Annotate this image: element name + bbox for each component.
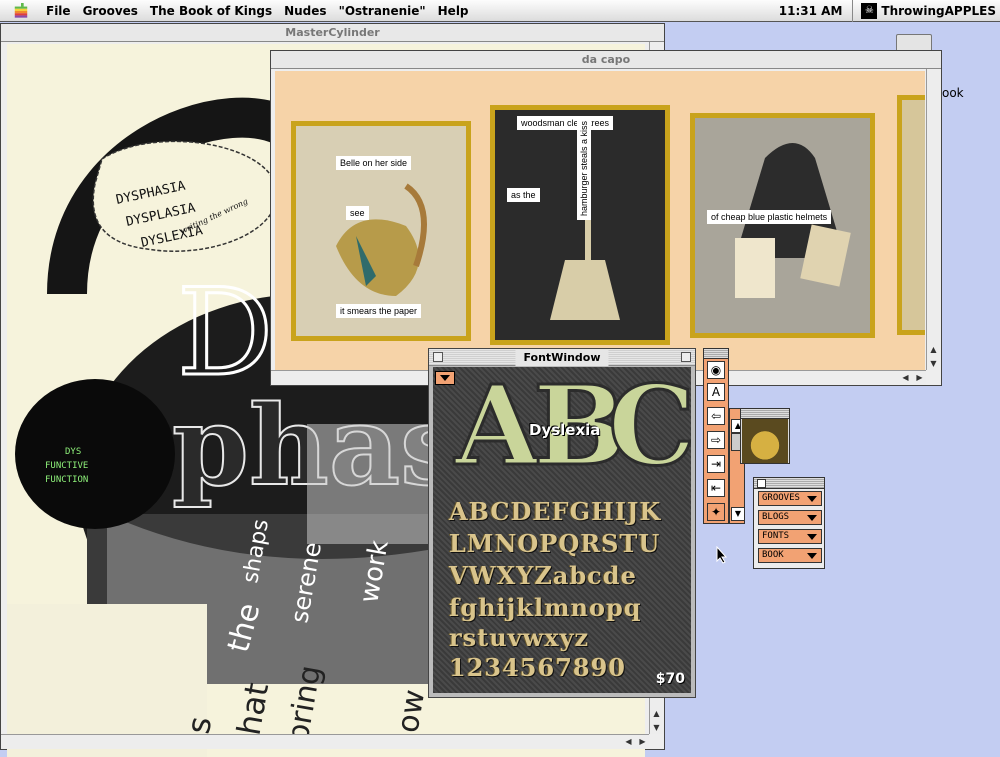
master-cylinder-titlebar[interactable]: MasterCylinder: [1, 24, 664, 42]
star-icon[interactable]: ✦: [707, 503, 725, 521]
menu-label: BLOGS: [762, 512, 790, 522]
close-box-icon[interactable]: [757, 479, 766, 488]
scroll-down-arrow-icon[interactable]: ▼: [650, 721, 663, 734]
glyph-row-4: fghijklmnopq: [449, 593, 642, 622]
chevron-down-icon: [807, 515, 817, 521]
circle-line-1: DYS: [65, 447, 81, 457]
menu-ostranenie[interactable]: "Ostranenie": [333, 4, 432, 18]
menu-label: FONTS: [762, 531, 790, 541]
caption: Belle on her side: [336, 156, 412, 170]
gallery-photo-4[interactable]: [897, 95, 925, 335]
window-title: MasterCylinder: [285, 26, 380, 39]
application-switcher[interactable]: ☠ ThrowingAPPLES: [853, 2, 1000, 19]
creature-thumbnail-image: [742, 419, 788, 463]
thumbnail-titlebar[interactable]: [741, 409, 789, 419]
glyph-row-3: VWXYZabcde: [449, 561, 637, 590]
mouse-pointer-icon: [716, 546, 728, 564]
gallery-photo-1[interactable]: Belle on her side see it smears the pape…: [291, 121, 471, 341]
font-specimen: A B C Dyslexia ABCDEFGHIJK LMNOPQRSTU VW…: [433, 367, 691, 693]
menubar-clock[interactable]: 11:31 AM: [769, 0, 854, 22]
thumbnail-window[interactable]: [740, 408, 790, 464]
font-menu-button[interactable]: [435, 371, 455, 385]
menu-bar: File Grooves The Book of Kings Nudes "Os…: [0, 0, 1000, 22]
close-box-icon[interactable]: [433, 352, 443, 362]
menu-nudes[interactable]: Nudes: [278, 4, 332, 18]
arrow-right-end-icon[interactable]: ⇥: [707, 455, 725, 473]
scroll-up-arrow-icon[interactable]: ▲: [650, 707, 663, 720]
caption: of cheap blue plastic helmets: [707, 210, 832, 224]
font-window-titlebar[interactable]: FontWindow: [429, 349, 695, 366]
eye-icon[interactable]: ◉: [707, 361, 725, 379]
scroll-right-arrow-icon[interactable]: ▶: [913, 371, 926, 384]
scroll-left-arrow-icon[interactable]: ◀: [622, 735, 635, 748]
specimen-letter-a: A: [453, 367, 541, 490]
da-capo-gallery: Belle on her side see it smears the pape…: [275, 71, 925, 381]
da-capo-window: da capo Belle on her side see it smears …: [270, 50, 942, 386]
menu-label: GROOVES: [762, 493, 800, 503]
da-capo-vertical-scrollbar[interactable]: ▲ ▼: [926, 69, 941, 370]
circle-line-3: FUNCTION: [45, 475, 88, 485]
caption: woodsman clear trees: [517, 116, 614, 130]
window-title: da capo: [581, 53, 631, 66]
photo-3-graphic: [735, 143, 851, 298]
menu-blogs-popup[interactable]: BLOGS: [758, 510, 822, 525]
glyph-row-2: LMNOPQRSTU: [449, 529, 661, 558]
arrow-right-icon[interactable]: ⇨: [707, 431, 725, 449]
caption: it smears the paper: [336, 304, 422, 318]
palette-titlebar[interactable]: [704, 349, 728, 359]
da-capo-titlebar[interactable]: da capo: [271, 51, 941, 69]
menu-fonts-popup[interactable]: FONTS: [758, 529, 822, 544]
font-window: FontWindow A B C Dyslexia ABCDEFGHIJK LM…: [428, 348, 696, 698]
menu-grooves[interactable]: Grooves: [77, 4, 144, 18]
scroll-right-arrow-icon[interactable]: ▶: [636, 735, 649, 748]
glyph-row-1: ABCDEFGHIJK: [449, 497, 662, 526]
font-a-icon[interactable]: A: [707, 383, 725, 401]
window-title: FontWindow: [515, 349, 609, 366]
chevron-down-icon: [807, 496, 817, 502]
caption: see: [346, 206, 369, 220]
font-name-label: Dyslexia: [529, 421, 601, 439]
menu-grooves-popup[interactable]: GROOVES: [758, 491, 822, 506]
scroll-left-arrow-icon[interactable]: ◀: [899, 371, 912, 384]
chevron-down-icon: [807, 534, 817, 540]
circle-line-2: FUNCTIVE: [45, 461, 88, 471]
scroll-down-arrow-icon[interactable]: ▼: [927, 357, 940, 370]
menu-book-of-kings[interactable]: The Book of Kings: [144, 4, 278, 18]
menu-help[interactable]: Help: [432, 4, 475, 18]
scroll-down-arrow-icon[interactable]: ▼: [731, 507, 745, 521]
specimen-letter-c: C: [607, 367, 691, 490]
collage-word-8: ow: [390, 687, 432, 735]
menu-palette: GROOVES BLOGS FONTS BOOK: [753, 477, 825, 569]
chevron-down-icon: [440, 375, 450, 381]
master-horizontal-scrollbar[interactable]: ◀ ▶: [1, 734, 649, 749]
gallery-photo-3[interactable]: of cheap blue plastic helmets: [690, 113, 875, 338]
navigation-palette: ◉ A ⇦ ⇨ ⇥ ⇤ ✦: [703, 348, 729, 524]
chevron-down-icon: [807, 553, 817, 559]
arrow-left-icon[interactable]: ⇦: [707, 407, 725, 425]
gallery-photo-2[interactable]: woodsman clear trees as the hamburger st…: [490, 105, 670, 345]
price-label: $70: [655, 671, 685, 687]
menu-file[interactable]: File: [40, 4, 77, 18]
caption: hamburger steals a kiss: [577, 116, 591, 220]
app-icon: ☠: [861, 2, 878, 19]
scroll-up-arrow-icon[interactable]: ▲: [927, 343, 940, 356]
menu-label: BOOK: [762, 550, 784, 560]
menu-palette-titlebar[interactable]: [754, 478, 824, 489]
apple-menu-icon[interactable]: [12, 2, 30, 19]
desktop-icon-label[interactable]: ook: [942, 86, 964, 100]
zoom-box-icon[interactable]: [681, 352, 691, 362]
menu-book-popup[interactable]: BOOK: [758, 548, 822, 563]
glyph-row-6: 1234567890: [449, 653, 626, 682]
app-name: ThrowingAPPLES: [881, 3, 996, 18]
glyph-row-5: rstuvwxyz: [449, 623, 590, 652]
arrow-left-end-icon[interactable]: ⇤: [707, 479, 725, 497]
caption: as the: [507, 188, 540, 202]
